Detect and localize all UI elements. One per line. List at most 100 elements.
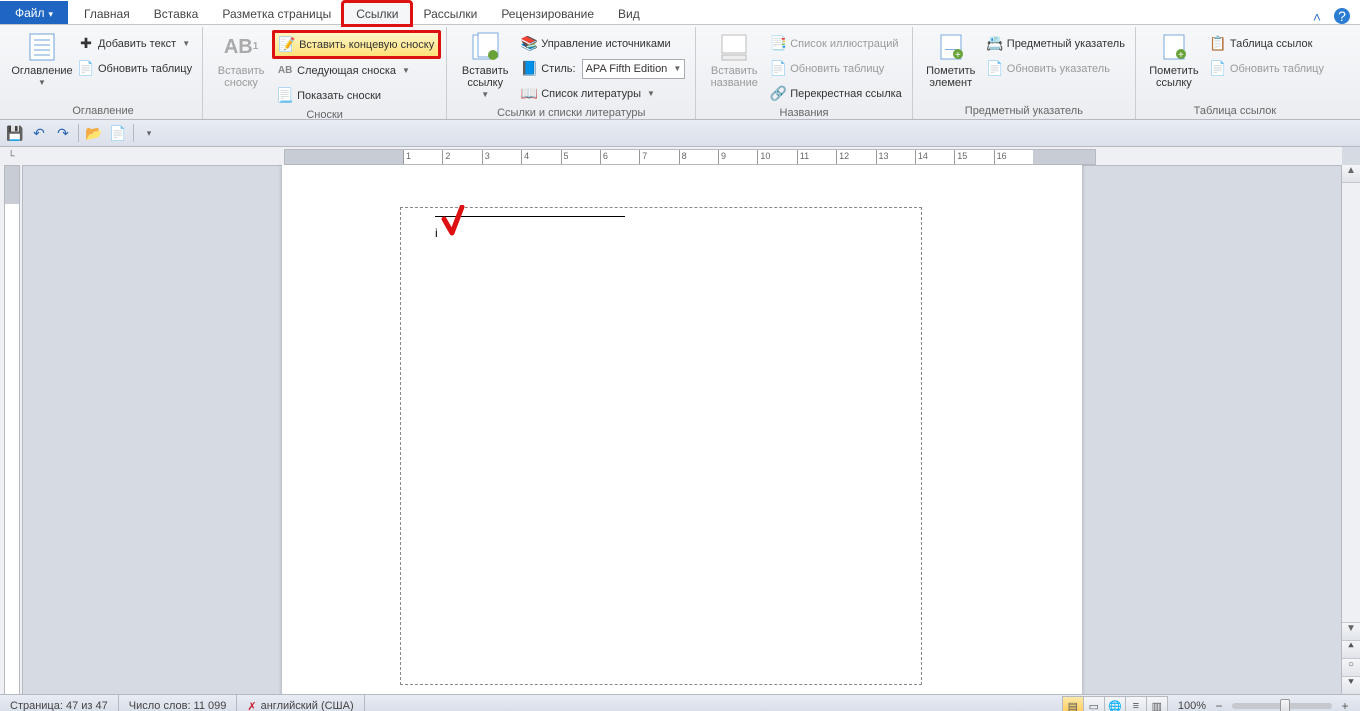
group-index: —+ Пометить элемент 📇 Предметный указате… [913,27,1136,119]
qat-new-button[interactable]: 📄 [107,122,129,144]
redo-icon: ↷ [57,125,69,142]
update-toc-button[interactable]: 📄 Обновить таблицу [74,56,196,81]
zoom-slider[interactable] [1232,703,1332,709]
page-text-area[interactable]: i [400,207,922,685]
tab-insert[interactable]: Вставка [142,3,211,24]
scroll-down-button[interactable]: ▼ [1342,622,1360,640]
mark-citation-button[interactable]: + Пометить ссылку [1142,29,1206,91]
qat-open-button[interactable]: 📂 [83,122,105,144]
status-word-count[interactable]: Число слов: 11 099 [119,695,238,711]
vertical-ruler[interactable] [0,165,23,694]
show-notes-button[interactable]: 📃 Показать сноски [273,83,440,108]
tab-mailings[interactable]: Рассылки [411,3,489,24]
tick-label: 5 [564,151,569,161]
tab-review[interactable]: Рецензирование [489,3,606,24]
qat-customize-button[interactable]: ▾ [138,122,160,144]
prev-page-button[interactable]: ⯅ [1342,640,1360,658]
group-label-citations: Ссылки и списки литературы [453,106,689,121]
vertical-scrollbar[interactable]: ▲ ▼ ⯅ ○ ⯆ [1341,165,1360,694]
insert-endnote-button[interactable]: 📝 Вставить концевую сноску [272,30,441,59]
group-footnotes: AB1 Вставить сноску 📝 Вставить концевую … [203,27,447,119]
page[interactable]: i [282,165,1082,694]
insert-index-button[interactable]: 📇 Предметный указатель [983,31,1129,56]
add-text-label: Добавить текст [98,38,176,50]
bibliography-label: Список литературы [541,88,641,100]
view-print-layout[interactable]: ▤ [1062,696,1084,711]
ribbon-minimize-icon[interactable]: ˄ [1310,9,1324,23]
insert-index-label: Предметный указатель [1007,38,1125,50]
show-notes-label: Показать сноски [297,90,381,102]
ruler-corner[interactable]: └ [0,147,23,166]
open-icon: 📂 [85,125,102,142]
document-viewport[interactable]: i [22,165,1342,694]
tab-references[interactable]: Ссылки [343,2,411,25]
table-of-figures-button[interactable]: 📑 Список иллюстраций [766,31,906,56]
table-of-contents-button[interactable]: Оглавление ▼ [10,29,74,91]
save-icon: 💾 [6,125,23,142]
insert-toa-button[interactable]: 📋 Таблица ссылок [1206,31,1328,56]
manage-sources-button[interactable]: 📚 Управление источниками [517,31,689,56]
qat-separator [133,124,134,142]
help-icon[interactable]: ? [1334,8,1350,24]
update-index-icon: 📄 [987,61,1003,77]
qat-save-button[interactable]: 💾 [4,122,26,144]
annotation-checkmark-icon [440,205,470,237]
status-language[interactable]: ✗ английский (США) [237,695,364,711]
svg-text:+: + [955,50,961,61]
mark-index-entry-button[interactable]: —+ Пометить элемент [919,29,983,91]
insert-caption-button[interactable]: Вставить название [702,29,766,91]
group-citations: Вставить ссылку ▼ 📚 Управление источника… [447,27,696,119]
horizontal-ruler[interactable]: 1 2 3 4 5 6 7 8 9 10 11 12 13 14 15 16 [22,147,1342,166]
style-dropdown[interactable]: APA Fifth Edition ▼ [582,59,686,79]
view-full-screen[interactable]: ▭ [1083,696,1105,711]
dropdown-icon: ▼ [481,89,489,101]
next-footnote-button[interactable]: AB Следующая сноска ▼ [273,58,440,83]
view-draft[interactable]: ▥ [1146,696,1168,711]
insert-citation-button[interactable]: Вставить ссылку ▼ [453,29,517,103]
mark-entry-label: Пометить элемент [923,65,979,89]
citation-style-select[interactable]: 📘 Стиль: APA Fifth Edition ▼ [517,56,689,81]
language-label: английский (США) [261,700,354,711]
bibliography-button[interactable]: 📖 Список литературы ▼ [517,81,689,106]
next-page-button[interactable]: ⯆ [1342,676,1360,694]
add-text-icon: ✚ [78,36,94,52]
dropdown-icon: ▼ [402,66,410,75]
dropdown-icon: ▼ [647,89,655,98]
add-text-button[interactable]: ✚ Добавить текст ▼ [74,31,196,56]
cross-reference-button[interactable]: 🔗 Перекрестная ссылка [766,81,906,106]
update-tof-button[interactable]: 📄 Обновить таблицу [766,56,906,81]
qat-redo-button[interactable]: ↷ [52,122,74,144]
insert-footnote-button[interactable]: AB1 Вставить сноску [209,29,273,91]
tick-label: 16 [997,151,1007,161]
scroll-up-button[interactable]: ▲ [1342,165,1360,183]
view-web-layout[interactable]: 🌐 [1104,696,1126,711]
zoom-in-button[interactable]: + [1338,699,1352,711]
update-index-button[interactable]: 📄 Обновить указатель [983,56,1129,81]
group-label-toc: Оглавление [10,104,196,119]
tab-view[interactable]: Вид [606,3,652,24]
tab-home[interactable]: Главная [72,3,142,24]
footnote-ab-icon: AB1 [225,31,257,63]
tab-file[interactable]: Файл [0,1,68,24]
mark-citation-icon: + [1158,31,1190,63]
manage-sources-icon: 📚 [521,36,537,52]
insert-endnote-icon: 📝 [279,37,295,53]
view-outline[interactable]: ≡ [1125,696,1147,711]
zoom-slider-knob[interactable] [1280,699,1290,711]
insert-footnote-label: Вставить сноску [213,65,269,89]
update-index-label: Обновить указатель [1007,63,1110,75]
zoom-out-button[interactable]: − [1212,699,1226,711]
qat-undo-button[interactable]: ↶ [28,122,50,144]
update-toa-button[interactable]: 📄 Обновить таблицу [1206,56,1328,81]
spellcheck-icon: ✗ [247,700,256,711]
browse-object-button[interactable]: ○ [1342,658,1360,676]
zoom-value[interactable]: 100% [1178,700,1206,711]
next-footnote-icon: AB [277,63,293,79]
tick-label: 7 [642,151,647,161]
endnote-marker[interactable]: i [435,226,438,240]
cross-ref-icon: 🔗 [770,86,786,102]
status-page[interactable]: Страница: 47 из 47 [0,695,119,711]
tick-label: 15 [957,151,967,161]
tab-page-layout[interactable]: Разметка страницы [210,3,343,24]
style-label: Стиль: [541,63,575,75]
